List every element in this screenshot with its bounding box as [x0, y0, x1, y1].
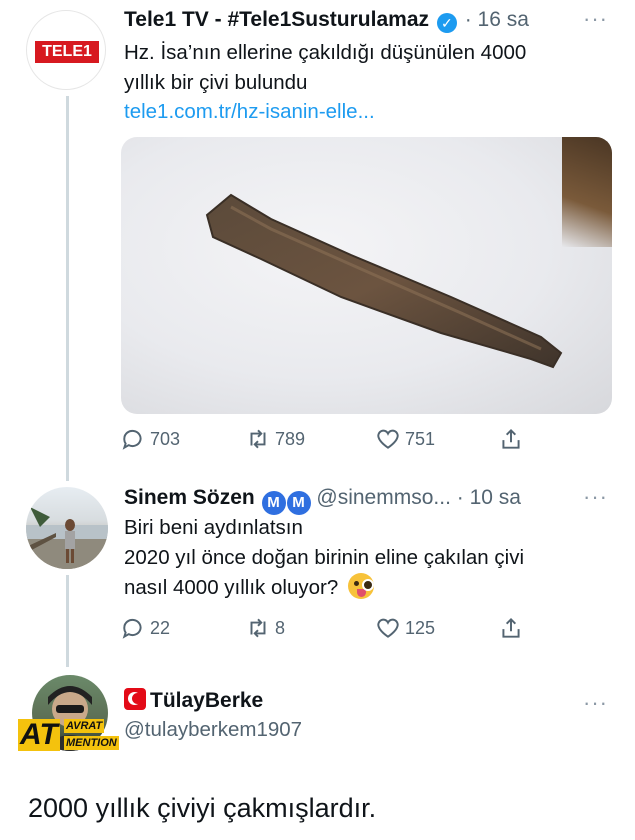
m-badge-icon: M [261, 491, 286, 515]
tele1-logo: TELE1 [35, 41, 99, 63]
retweet-button[interactable]: 789 [245, 426, 305, 452]
tweet2-text-line: 2020 yıl önce doğan birinin eline çakıla… [124, 546, 525, 569]
share-button[interactable] [498, 426, 528, 452]
m-badge-icon: M [286, 491, 311, 515]
reply-icon [122, 618, 142, 639]
tweet2-text: Biri beni aydınlatsın 2020 yıl önce doğa… [124, 513, 614, 603]
tweet1-text: Hz. İsa’nın ellerine çakıldığı düşünülen… [124, 38, 614, 98]
tweet1-timestamp[interactable]: 16 sa [478, 8, 529, 31]
tweet1-text-line: yıllık bir çivi bulundu [124, 71, 308, 94]
thread-line [66, 575, 69, 667]
verified-badge-icon: ✓ [436, 13, 457, 33]
tweet2-author-name[interactable]: Sinem Sözen [124, 486, 255, 509]
retweet-icon [250, 618, 266, 638]
like-button[interactable]: 751 [375, 426, 435, 452]
like-count: 125 [405, 618, 436, 638]
sinem-avatar[interactable] [26, 487, 108, 569]
tweet1-action-bar: 703 789 751 [120, 426, 540, 456]
separator-dot: · [456, 486, 464, 509]
nail-illustration [205, 193, 563, 369]
reply-icon [122, 429, 142, 450]
thread-line [66, 96, 69, 481]
share-icon [502, 428, 520, 449]
retweet-icon [250, 429, 266, 449]
zany-face-emoji-icon [347, 573, 374, 599]
avrat-mention-sticker: AT AVRAT MENTION [18, 717, 122, 753]
sticker-top-text: AVRAT [64, 719, 105, 733]
tweet3-author-name: TülayBerke [150, 689, 264, 712]
separator-dot: · [464, 8, 472, 31]
tweet2-timestamp[interactable]: 10 sa [470, 486, 521, 509]
tweet1-author-name[interactable]: Tele1 TV - #Tele1Susturulamaz [124, 8, 429, 31]
avatar-photo [26, 507, 108, 569]
tweet1-text-line: Hz. İsa’nın ellerine çakıldığı düşünülen… [124, 41, 527, 64]
like-button[interactable]: 125 [375, 615, 435, 641]
more-options-icon[interactable]: ··· [583, 484, 608, 510]
retweet-count: 8 [275, 618, 286, 638]
tweet1-link[interactable]: tele1.com.tr/hz-isanin-elle... [124, 100, 375, 124]
tweet3-text: 2000 yıllık çiviyi çakmışlardır. [28, 793, 377, 823]
tweet2-handle[interactable]: @sinemmso... [316, 486, 451, 509]
more-options-icon[interactable]: ··· [583, 690, 608, 716]
heart-icon [377, 618, 399, 638]
sticker-bottom-text: MENTION [64, 736, 119, 750]
retweet-button[interactable]: 8 [245, 615, 285, 641]
tweet1-header: Tele1 TV - #Tele1Susturulamaz ✓ · 16 sa [124, 8, 529, 33]
like-count: 751 [405, 429, 436, 449]
tweet2-action-bar: 22 8 125 [120, 615, 540, 645]
heart-icon [377, 429, 399, 449]
reply-count: 22 [150, 618, 171, 638]
tweet2-text-line: Biri beni aydınlatsın [124, 516, 303, 539]
share-button[interactable] [498, 615, 528, 641]
share-icon [502, 617, 520, 638]
tweet2-header: Sinem Sözen MM @sinemmso... · 10 sa [124, 486, 521, 515]
tweet2-text-line: nasıl 4000 yıllık oluyor? [124, 576, 339, 599]
reply-button[interactable]: 22 [120, 615, 170, 641]
tweet1-media-image[interactable] [121, 137, 612, 414]
tweet3-author[interactable]: TülayBerke [124, 688, 263, 713]
more-options-icon[interactable]: ··· [583, 6, 608, 32]
sticker-at-text: AT [18, 718, 60, 751]
reply-count: 703 [150, 429, 181, 449]
tweet2-text-line-with-emoji: nasıl 4000 yıllık oluyor? [124, 573, 614, 603]
retweet-count: 789 [275, 429, 306, 449]
tweet3-handle[interactable]: @tulayberkem1907 [124, 718, 302, 742]
turkish-flag-icon [124, 688, 146, 710]
tele1-avatar[interactable]: TELE1 [26, 10, 106, 90]
reply-button[interactable]: 703 [120, 426, 180, 452]
